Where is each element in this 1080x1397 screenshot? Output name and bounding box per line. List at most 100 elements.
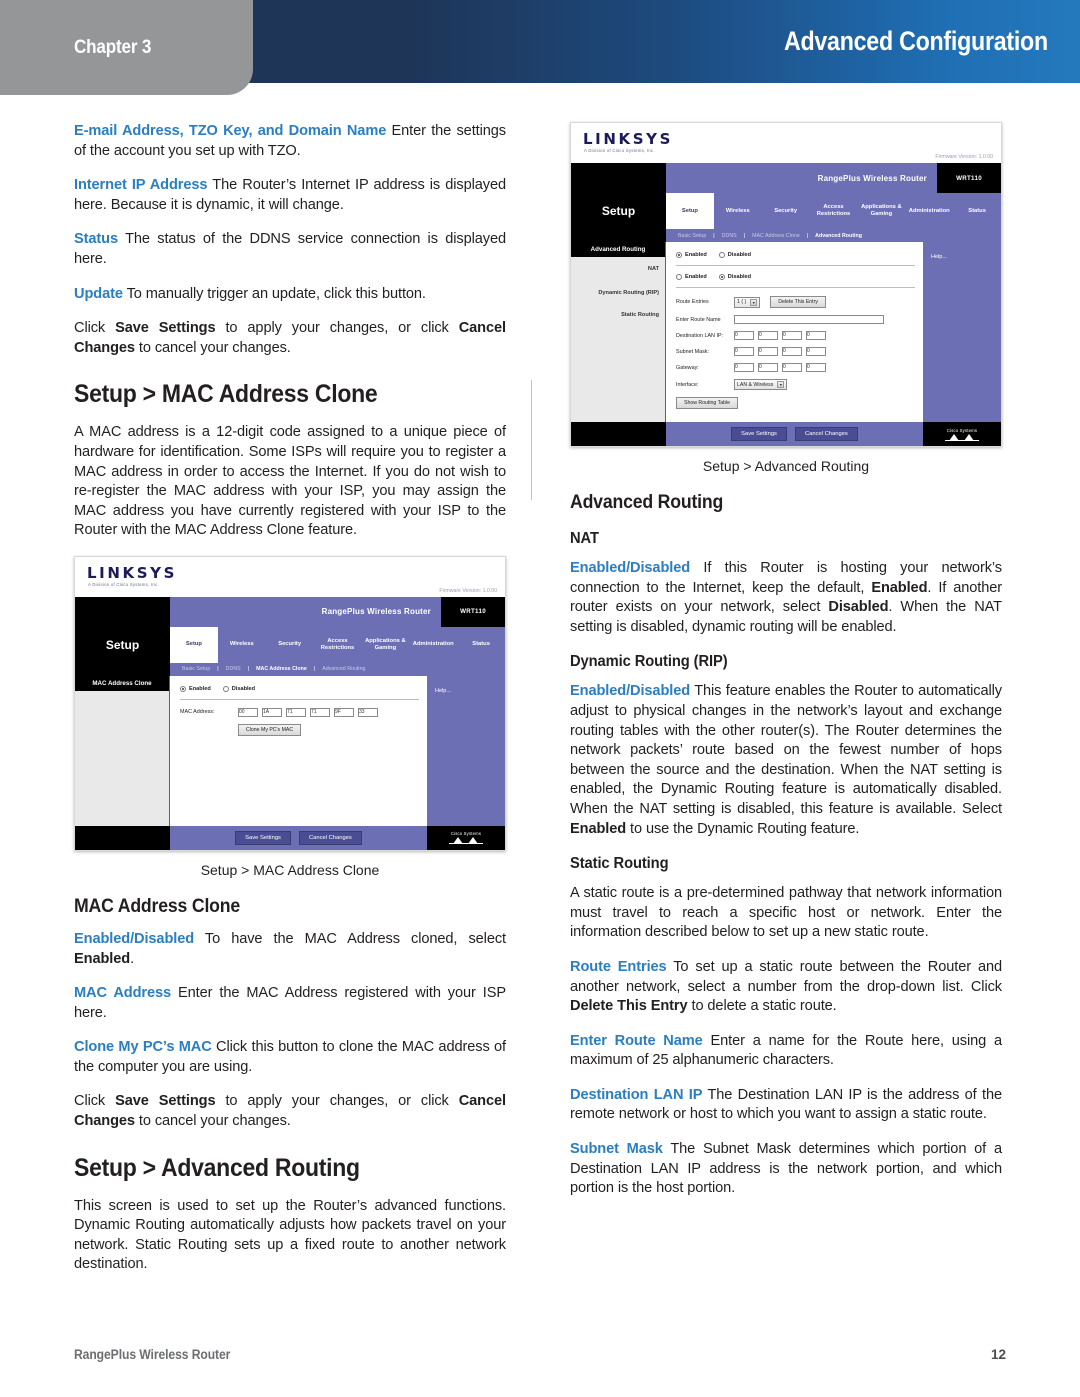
shot-tab-wireless-ar[interactable]: Wireless <box>714 208 762 215</box>
shot-rip-radio-disabled[interactable]: Disabled <box>718 274 751 280</box>
bold-delete-this-entry: Delete This Entry <box>570 998 688 1015</box>
shot-clone-button-row: Clone My PC's MAC <box>180 723 419 736</box>
shot-gateway-octet-2[interactable]: 0 <box>782 363 802 372</box>
shot-subnav-advanced-routing-ar[interactable]: Advanced Routing <box>811 233 866 239</box>
shot-tab-access-restrictions-ar[interactable]: Access Restrictions <box>810 204 858 218</box>
para-enabled-disabled-mac: Enabled/Disabled To have the MAC Address… <box>74 930 506 969</box>
shot-mac-octet-1[interactable]: 1A <box>262 707 282 717</box>
shot-dest-lan-ip-octet-3[interactable]: 0 <box>806 331 826 340</box>
shot-subnav-ddns-mac[interactable]: DDNS <box>222 666 245 672</box>
shot-enter-route-name-row: Enter Route Name <box>676 315 915 324</box>
shot-nat-radio-row: Enabled Disabled <box>676 252 915 258</box>
text-update: To manually trigger an update, click thi… <box>126 285 426 302</box>
shot-tab-status-mac[interactable]: Status <box>457 641 505 648</box>
text-rip-s1: This feature enables the Router to autom… <box>570 683 1002 817</box>
shot-radio-enabled-mac[interactable]: Enabled <box>180 685 211 692</box>
shot-enter-route-name-input[interactable] <box>734 315 884 324</box>
shot-tab-applications-gaming-mac[interactable]: Applications & Gaming <box>361 638 409 652</box>
shot-tab-administration-ar[interactable]: Administration <box>905 208 953 215</box>
shot-subnav-mac-address-clone-mac[interactable]: MAC Address Clone <box>252 666 311 672</box>
shot-sidebar-title-mac: MAC Address Clone <box>75 675 169 691</box>
shot-subnav-items-ar: Basic Setup | DDNS | MAC Address Clone |… <box>666 229 1001 242</box>
save-click-pre-left: Click <box>74 320 116 337</box>
shot-route-entries-select[interactable]: 1 ( ) ▾ <box>734 296 761 308</box>
shot-dest-lan-ip-octet-1[interactable]: 0 <box>758 331 778 340</box>
shot-model-mac: WRT110 <box>441 596 505 627</box>
heading-setup-mac-address-clone: Setup > MAC Address Clone <box>74 380 378 409</box>
shot-cancel-changes-button-ar[interactable]: Cancel Changes <box>794 427 858 441</box>
shot-show-routing-table-button[interactable]: Show Routing Table <box>676 397 739 409</box>
text-rip-s2: to use the Dynamic Routing feature. <box>626 820 860 837</box>
shot-gateway-octet-1[interactable]: 0 <box>758 363 778 372</box>
radio-dot-disabled-icon-mac <box>222 685 229 692</box>
bold-enabled-mac: Enabled <box>74 950 131 967</box>
shot-dest-lan-ip-octet-2[interactable]: 0 <box>782 331 802 340</box>
shot-subnav-sep3-ar: | <box>806 232 809 239</box>
shot-nat-radio-disabled[interactable]: Disabled <box>718 252 751 258</box>
shot-destination-lan-ip-label: Destination LAN IP: <box>676 332 724 339</box>
shot-mac-octet-3[interactable]: 71 <box>310 707 330 717</box>
shot-subnet-mask-octet-3[interactable]: 0 <box>806 347 826 356</box>
shot-rip-radio-enabled[interactable]: Enabled <box>676 274 707 280</box>
text-enabled-disabled-mac-pre: To have the MAC Address cloned, select <box>204 930 506 947</box>
shot-subnav-ar: Basic Setup | DDNS | MAC Address Clone |… <box>571 229 1001 242</box>
para-email-address: E-mail Address, TZO Key, and Domain Name… <box>74 122 506 161</box>
shot-nat-radio-enabled[interactable]: Enabled <box>676 252 707 258</box>
shot-subnav-advanced-routing-mac[interactable]: Advanced Routing <box>318 666 369 672</box>
shot-gateway-row: Gateway: 0 0 0 0 <box>676 363 915 372</box>
shot-help-link-mac[interactable]: Help... <box>427 676 505 694</box>
left-column: E-mail Address, TZO Key, and Domain Name… <box>74 122 506 1290</box>
shot-subnet-mask-octet-0[interactable]: 0 <box>734 347 754 356</box>
shot-gateway-octet-3[interactable]: 0 <box>806 363 826 372</box>
shot-navrow-ar: Setup Setup Wireless Security Access Res… <box>571 193 1001 229</box>
shot-dest-lan-ip-octet-0[interactable]: 0 <box>734 331 754 340</box>
shot-tab-applications-gaming-ar[interactable]: Applications & Gaming <box>857 204 905 218</box>
right-column: LINKSYS A Division of Cisco Systems, Inc… <box>570 122 1002 1214</box>
term-clone-my-pcs-mac: Clone My PC’s MAC <box>74 1039 212 1056</box>
shot-tab-administration-mac[interactable]: Administration <box>409 641 457 648</box>
shot-subnet-mask-octet-2[interactable]: 0 <box>782 347 802 356</box>
shot-interface-value: LAN & Wireless <box>737 381 774 388</box>
shot-clone-my-pcs-mac-button[interactable]: Clone My PC's MAC <box>238 723 302 736</box>
shot-gateway-octet-0[interactable]: 0 <box>734 363 754 372</box>
shot-mac-octet-5[interactable]: 33 <box>358 707 378 717</box>
shot-subnet-mask-octet-1[interactable]: 0 <box>758 347 778 356</box>
shot-tab-setup-ar[interactable]: Setup <box>666 193 714 229</box>
caption-mac-address-clone: Setup > MAC Address Clone <box>200 861 380 878</box>
shot-save-settings-button-mac[interactable]: Save Settings <box>235 830 291 845</box>
shot-mac-octet-2[interactable]: 71 <box>286 707 306 717</box>
term-subnet-mask: Subnet Mask <box>570 1141 663 1158</box>
shot-subnav-mac-address-clone-ar[interactable]: MAC Address Clone <box>748 233 804 239</box>
shot-form-mac: Enabled Disabled MAC Address: 00 1A 71 7… <box>170 675 427 826</box>
shot-subnav-sep2-mac: | <box>247 666 250 673</box>
shot-tab-setup-mac[interactable]: Setup <box>170 626 218 663</box>
shot-mac-octet-0[interactable]: 00 <box>238 707 258 717</box>
shot-help-panel-ar: Help... <box>923 242 1001 422</box>
save-click-post-left: to cancel your changes. <box>134 339 291 356</box>
shot-interface-row: Interface: LAN & Wireless ▾ <box>676 379 915 390</box>
shot-tab-security-mac[interactable]: Security <box>266 641 314 648</box>
radio-dot-rip-enabled-icon <box>676 274 682 280</box>
shot-subnav-ddns-ar[interactable]: DDNS <box>718 233 741 239</box>
screenshot-mac-address-clone: LINKSYS A Division of Cisco Systems, Inc… <box>74 555 506 851</box>
shot-save-settings-button-ar[interactable]: Save Settings <box>731 427 787 441</box>
heading-nat: NAT <box>570 530 599 547</box>
shot-tab-status-ar[interactable]: Status <box>953 208 1001 215</box>
shot-subnav-basic-setup-ar[interactable]: Basic Setup <box>674 233 710 239</box>
shot-tab-wireless-mac[interactable]: Wireless <box>218 641 266 648</box>
term-email-address: E-mail Address, TZO Key, and Domain Name <box>74 123 387 139</box>
shot-subnav-basic-setup-mac[interactable]: Basic Setup <box>178 666 214 672</box>
save-settings-bold-left: Save Settings <box>115 320 216 337</box>
chevron-down-icon-interface: ▾ <box>777 381 785 388</box>
para-internet-ip: Internet IP Address The Router’s Interne… <box>74 176 506 215</box>
shot-interface-select[interactable]: LAN & Wireless ▾ <box>734 379 788 390</box>
shot-footer-buttons-ar: Save Settings Cancel Changes <box>666 422 923 446</box>
shot-cancel-changes-button-mac[interactable]: Cancel Changes <box>298 830 362 845</box>
shot-radio-disabled-mac[interactable]: Disabled <box>222 685 255 692</box>
shot-delete-this-entry-button[interactable]: Delete This Entry <box>770 296 826 308</box>
shot-tab-security-ar[interactable]: Security <box>762 208 810 215</box>
shot-tab-access-restrictions-mac[interactable]: Access Restrictions <box>314 638 362 652</box>
shot-mac-octet-4[interactable]: 9F <box>334 707 354 717</box>
shot-nat-radio-group: Enabled Disabled <box>676 252 751 258</box>
shot-help-link-ar[interactable]: Help... <box>923 242 1001 260</box>
